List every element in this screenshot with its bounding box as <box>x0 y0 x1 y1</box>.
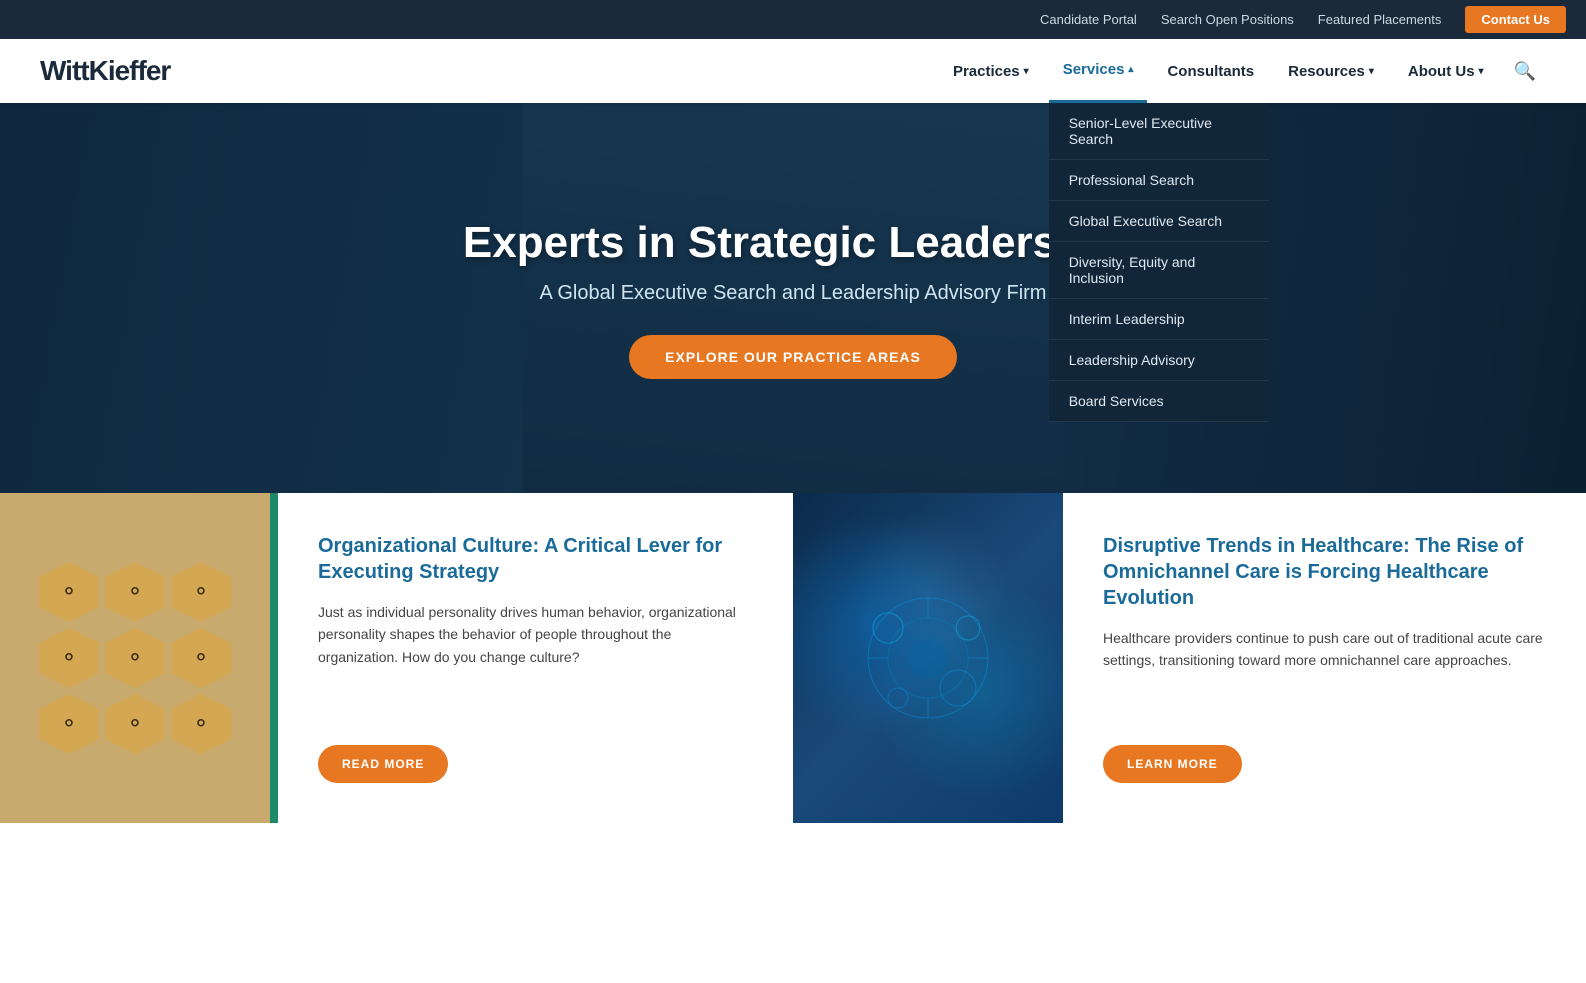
hex-icon-4: ⚬ <box>39 628 99 688</box>
services-dropdown: Senior-Level Executive Search Profession… <box>1049 103 1269 422</box>
card-culture-title: Organizational Culture: A Critical Lever… <box>318 533 753 585</box>
card-culture-text: Just as individual personality drives hu… <box>318 601 753 721</box>
hex-icon-8: ⚬ <box>105 694 165 754</box>
services-arrow-icon: ▴ <box>1128 64 1133 75</box>
card-healthcare-title: Disruptive Trends in Healthcare: The Ris… <box>1103 533 1546 611</box>
nav-item-about: About Us ▾ <box>1394 39 1498 103</box>
card-culture: ⚬ ⚬ ⚬ ⚬ ⚬ ⚬ ⚬ ⚬ ⚬ Organizational Culture… <box>0 493 793 823</box>
card-healthcare: Disruptive Trends in Healthcare: The Ris… <box>793 493 1586 823</box>
nav-services-link[interactable]: Services ▴ <box>1049 39 1148 103</box>
card-healthcare-text: Healthcare providers continue to push ca… <box>1103 627 1546 721</box>
contact-us-button[interactable]: Contact Us <box>1465 6 1566 33</box>
practices-arrow-icon: ▾ <box>1024 66 1029 77</box>
tech-svg <box>828 558 1028 758</box>
candidate-portal-link[interactable]: Candidate Portal <box>1040 12 1137 27</box>
hero-content: Experts in Strategic Leadership A Global… <box>463 218 1123 379</box>
dropdown-item-global-executive[interactable]: Global Executive Search <box>1049 201 1269 242</box>
hero-subtitle: A Global Executive Search and Leadership… <box>463 282 1123 305</box>
dropdown-item-senior-level[interactable]: Senior-Level Executive Search <box>1049 103 1269 160</box>
nav-item-practices: Practices ▾ <box>939 39 1043 103</box>
nav-practices-link[interactable]: Practices ▾ <box>939 39 1043 103</box>
featured-placements-link[interactable]: Featured Placements <box>1318 12 1442 27</box>
search-icon-button[interactable]: 🔍 <box>1504 61 1546 82</box>
hex-icon-9: ⚬ <box>171 694 231 754</box>
top-bar: Candidate Portal Search Open Positions F… <box>0 0 1586 39</box>
card-healthcare-learn-more-button[interactable]: LEARN MORE <box>1103 745 1242 783</box>
search-open-positions-link[interactable]: Search Open Positions <box>1161 12 1294 27</box>
dropdown-item-interim[interactable]: Interim Leadership <box>1049 299 1269 340</box>
nav-about-link[interactable]: About Us ▾ <box>1394 39 1498 103</box>
nav-resources-link[interactable]: Resources ▾ <box>1274 39 1388 103</box>
hex-icon-6: ⚬ <box>171 628 231 688</box>
resources-arrow-icon: ▾ <box>1369 66 1374 77</box>
card-culture-body: Organizational Culture: A Critical Lever… <box>278 493 793 823</box>
dropdown-item-diversity[interactable]: Diversity, Equity and Inclusion <box>1049 242 1269 299</box>
card-culture-image: ⚬ ⚬ ⚬ ⚬ ⚬ ⚬ ⚬ ⚬ ⚬ <box>0 493 270 823</box>
hex-icon-5: ⚬ <box>105 628 165 688</box>
dropdown-item-leadership-advisory[interactable]: Leadership Advisory <box>1049 340 1269 381</box>
nav-item-resources: Resources ▾ <box>1274 39 1388 103</box>
about-arrow-icon: ▾ <box>1479 66 1484 77</box>
logo[interactable]: WittKieffer <box>40 55 170 87</box>
main-nav: WittKieffer Practices ▾ Services ▴ Senio… <box>0 39 1586 103</box>
nav-item-consultants: Consultants <box>1153 39 1268 103</box>
nav-links: Practices ▾ Services ▴ Senior-Level Exec… <box>939 39 1546 103</box>
dropdown-item-board-services[interactable]: Board Services <box>1049 381 1269 422</box>
card-divider-1 <box>270 493 278 823</box>
explore-practice-areas-button[interactable]: EXPLORE OUR PRACTICE AREAS <box>629 335 957 379</box>
card-healthcare-image <box>793 493 1063 823</box>
hex-icon-2: ⚬ <box>105 562 165 622</box>
hero-title: Experts in Strategic Leadership <box>463 218 1123 268</box>
hex-icon-3: ⚬ <box>171 562 231 622</box>
card-healthcare-body: Disruptive Trends in Healthcare: The Ris… <box>1063 493 1586 823</box>
nav-item-services: Services ▴ Senior-Level Executive Search… <box>1049 39 1148 103</box>
dropdown-item-professional-search[interactable]: Professional Search <box>1049 160 1269 201</box>
hex-icon-1: ⚬ <box>39 562 99 622</box>
hex-grid: ⚬ ⚬ ⚬ ⚬ ⚬ ⚬ ⚬ ⚬ ⚬ <box>19 542 251 774</box>
card-culture-read-more-button[interactable]: READ MORE <box>318 745 448 783</box>
hex-icon-7: ⚬ <box>39 694 99 754</box>
nav-consultants-link[interactable]: Consultants <box>1153 39 1268 103</box>
hero-section: Experts in Strategic Leadership A Global… <box>0 103 1586 493</box>
cards-section: ⚬ ⚬ ⚬ ⚬ ⚬ ⚬ ⚬ ⚬ ⚬ Organizational Culture… <box>0 493 1586 823</box>
